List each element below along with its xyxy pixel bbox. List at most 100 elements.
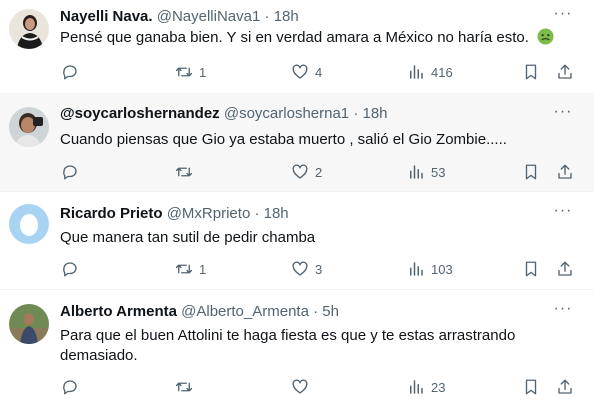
like-count: 2	[315, 164, 323, 180]
analytics-icon	[410, 380, 423, 394]
reply-icon	[63, 380, 77, 395]
retweet-button[interactable]	[175, 376, 199, 398]
more-options-button[interactable]: ···	[552, 6, 574, 27]
timestamp[interactable]: 18h	[363, 105, 388, 122]
view-count: 23	[431, 379, 446, 395]
tweet-text: Que manera tan sutil de pedir chamba	[60, 229, 316, 246]
bookmark-button[interactable]	[522, 376, 540, 398]
retweet-button[interactable]	[175, 161, 199, 183]
bookmark-button[interactable]	[522, 61, 540, 83]
bookmark-icon	[525, 164, 537, 180]
tweet-actions: 1 3 103	[0, 258, 594, 280]
bookmark-icon	[525, 379, 537, 395]
tweet[interactable]: Nayelli Nava. @NayelliNava1 · 18h ··· Pe…	[0, 0, 594, 94]
bookmark-icon	[525, 261, 537, 277]
author-name[interactable]: Nayelli Nava.	[60, 8, 153, 25]
like-button[interactable]	[291, 376, 315, 398]
heart-icon	[292, 261, 308, 276]
author-handle[interactable]: @Alberto_Armenta	[181, 303, 309, 320]
avatar[interactable]	[9, 9, 49, 49]
reply-icon	[63, 65, 77, 80]
avatar[interactable]	[9, 107, 49, 147]
analytics-icon	[410, 165, 423, 179]
reply-timeline: Nayelli Nava. @NayelliNava1 · 18h ··· Pe…	[0, 0, 594, 410]
share-button[interactable]	[556, 258, 574, 280]
tweet[interactable]: @soycarloshernandez @soycarloshernа1 · 1…	[0, 94, 594, 192]
more-options-button[interactable]: ···	[552, 104, 574, 125]
reply-button[interactable]	[61, 376, 85, 398]
share-button[interactable]	[556, 61, 574, 83]
author-name[interactable]: @soycarloshernandez	[60, 105, 220, 122]
tweet-header: Nayelli Nava. @NayelliNava1 · 18h	[60, 7, 299, 27]
bookmark-button[interactable]	[522, 258, 540, 280]
author-handle[interactable]: @soycarloshernа1	[224, 105, 349, 122]
timestamp[interactable]: 18h	[264, 205, 289, 222]
share-button[interactable]	[556, 161, 574, 183]
tweet-header: Alberto Armenta @Alberto_Armenta · 5h	[60, 302, 339, 322]
tweet[interactable]: Ricardo Prieto @MxRprieto · 18h ··· Que …	[0, 192, 594, 290]
share-icon	[558, 164, 572, 179]
avatar[interactable]	[9, 304, 49, 344]
reply-button[interactable]	[61, 258, 85, 280]
retweet-icon	[175, 382, 193, 392]
reply-icon	[63, 262, 77, 277]
share-icon	[558, 379, 572, 394]
tweet[interactable]: Alberto Armenta @Alberto_Armenta · 5h ··…	[0, 290, 594, 410]
author-name[interactable]: Alberto Armenta	[60, 303, 177, 320]
retweet-count: 1	[199, 261, 207, 277]
author-handle[interactable]: @NayelliNava1	[157, 8, 261, 25]
tweet-text: Para que el buen Attolini te haga fiesta…	[60, 327, 516, 364]
timestamp[interactable]: 18h	[274, 8, 299, 25]
timestamp[interactable]: 5h	[322, 303, 339, 320]
share-icon	[558, 64, 572, 79]
tweet-header: Ricardo Prieto @MxRprieto · 18h	[60, 204, 289, 224]
retweet-icon	[175, 264, 193, 274]
views-button[interactable]: 53	[407, 161, 445, 183]
more-options-button[interactable]: ···	[552, 203, 574, 224]
bookmark-icon	[525, 64, 537, 80]
retweet-button[interactable]: 1	[175, 258, 206, 280]
share-icon	[558, 261, 572, 276]
separator-dot: ·	[254, 205, 260, 222]
tweet-text-content: Pensé que ganaba bien. Y si en verdad am…	[60, 29, 529, 46]
like-button[interactable]: 2	[291, 161, 322, 183]
heart-icon	[292, 379, 308, 394]
like-button[interactable]: 4	[291, 61, 322, 83]
default-egg-avatar[interactable]	[9, 204, 49, 244]
views-button[interactable]: 103	[407, 258, 453, 280]
heart-icon	[292, 64, 308, 79]
like-count: 4	[315, 64, 323, 80]
tweet-actions: 23	[0, 376, 594, 398]
tweet-actions: 1 4 416	[0, 61, 594, 83]
retweet-icon	[175, 67, 193, 77]
retweet-count: 1	[199, 64, 207, 80]
share-button[interactable]	[556, 376, 574, 398]
heart-icon	[292, 164, 308, 179]
author-handle[interactable]: @MxRprieto	[167, 205, 251, 222]
tweet-text: Pensé que ganaba bien. Y si en verdad am…	[60, 28, 560, 51]
tweet-actions: 2 53	[0, 161, 594, 183]
nauseated-face-icon	[537, 28, 554, 51]
reply-icon	[63, 165, 77, 180]
separator-dot: ·	[313, 303, 319, 320]
retweet-button[interactable]: 1	[175, 61, 206, 83]
views-button[interactable]: 23	[407, 376, 445, 398]
analytics-icon	[410, 65, 423, 79]
reply-button[interactable]	[61, 161, 85, 183]
like-button[interactable]: 3	[291, 258, 322, 280]
analytics-icon	[410, 262, 423, 276]
view-count: 103	[431, 261, 453, 277]
retweet-icon	[175, 167, 193, 177]
more-options-button[interactable]: ···	[552, 301, 574, 322]
views-button[interactable]: 416	[407, 61, 453, 83]
tweet-text: Cuando piensas que Gio ya estaba muerto …	[60, 131, 507, 148]
view-count: 416	[431, 64, 453, 80]
bookmark-button[interactable]	[522, 161, 540, 183]
like-count: 3	[315, 261, 323, 277]
separator-dot: ·	[353, 105, 359, 122]
separator-dot: ·	[264, 8, 270, 25]
tweet-header: @soycarloshernandez @soycarloshernа1 · 1…	[60, 104, 388, 124]
view-count: 53	[431, 164, 446, 180]
author-name[interactable]: Ricardo Prieto	[60, 205, 163, 222]
reply-button[interactable]	[61, 61, 85, 83]
